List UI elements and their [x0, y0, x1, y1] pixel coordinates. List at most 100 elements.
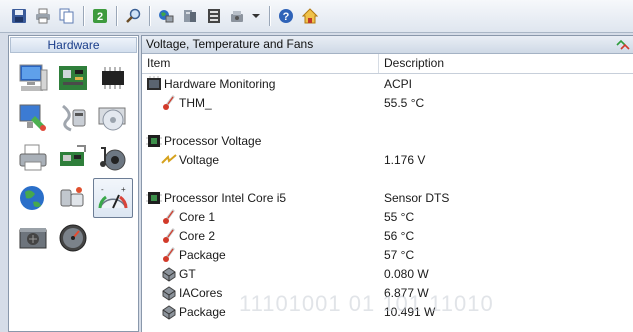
item-label: Processor Voltage: [164, 133, 262, 148]
sensor-row[interactable]: Package 10.491 W: [142, 302, 633, 321]
sensor-row[interactable]: Core 1 55 °C: [142, 207, 633, 226]
svg-text:2: 2: [97, 11, 103, 23]
motherboard-icon[interactable]: [53, 58, 93, 98]
details-panel: Voltage, Temperature and Fans Item Descr…: [141, 35, 633, 332]
display-icon[interactable]: [13, 98, 53, 138]
help-icon[interactable]: ?: [275, 5, 297, 27]
power-chip-icon: [161, 304, 177, 320]
item-cell: Core 2: [142, 228, 379, 244]
thermometer-icon: [161, 95, 177, 111]
item-label: Core 1: [179, 209, 216, 224]
sensor-row[interactable]: GT 0.080 W: [142, 264, 633, 283]
column-header: Item Description: [142, 54, 633, 74]
sensor-icon[interactable]: [179, 5, 201, 27]
item-label: Hardware Monitoring: [164, 76, 276, 91]
item-label: Processor Intel Core i5: [164, 190, 287, 205]
panel-title: Voltage, Temperature and Fans: [142, 36, 633, 54]
item-cell: Voltage: [142, 152, 379, 168]
toolbar-separator: [116, 6, 117, 26]
print-icon[interactable]: [32, 5, 54, 27]
sensor-gauge-icon[interactable]: - +: [93, 178, 133, 218]
item-label: Package: [179, 247, 226, 262]
item-cell: GT: [142, 266, 379, 282]
item-cell: THM_: [142, 95, 379, 111]
sensor-row[interactable]: THM_ 55.5 °C: [142, 93, 633, 112]
storage-icon[interactable]: [53, 98, 93, 138]
description-cell: 56 °C: [384, 228, 415, 243]
sensor-row[interactable]: IACores 6.877 W: [142, 283, 633, 302]
processor-chip-icon: [146, 190, 162, 206]
power-chip-icon: [161, 266, 177, 282]
network-icon[interactable]: [155, 5, 177, 27]
collapse-arrows-icon[interactable]: [616, 39, 630, 51]
cpu-chip-icon[interactable]: [93, 58, 133, 98]
power-chip-icon: [161, 285, 177, 301]
item-cell: IACores: [142, 285, 379, 301]
voltage-icon: [161, 152, 177, 168]
svg-text:?: ?: [283, 11, 290, 23]
description-cell: ACPI: [384, 76, 413, 91]
description-cell: 10.491 W: [384, 304, 436, 319]
row-spacer: [142, 112, 633, 131]
column-header-description[interactable]: Description: [379, 54, 633, 73]
benchmark-icon[interactable]: [53, 218, 93, 258]
printer-icon[interactable]: [13, 138, 53, 178]
panel-title-text: Voltage, Temperature and Fans: [146, 37, 314, 51]
item-cell: Package: [142, 247, 379, 263]
column-header-item[interactable]: Item: [142, 54, 379, 73]
item-label: THM_: [179, 95, 212, 110]
description-cell: 0.080 W: [384, 266, 429, 281]
svg-text:+: +: [121, 185, 126, 194]
item-cell: Core 1: [142, 209, 379, 225]
optical-drive-icon[interactable]: [93, 98, 133, 138]
audio-icon[interactable]: [93, 138, 133, 178]
description-cell: Sensor DTS: [384, 190, 450, 205]
report-icon[interactable]: [203, 5, 225, 27]
sensor-row[interactable]: Package 57 °C: [142, 245, 633, 264]
thermometer-icon: [161, 247, 177, 263]
hardware-icon-grid: - +: [13, 58, 137, 258]
power-supply-icon[interactable]: [13, 218, 53, 258]
item-label: Core 2: [179, 228, 216, 243]
sensor-row[interactable]: Core 2 56 °C: [142, 226, 633, 245]
toolbar-separator: [149, 6, 150, 26]
thermometer-icon: [161, 209, 177, 225]
item-cell: Processor Intel Core i5: [142, 190, 379, 206]
monitoring-chip-icon: [146, 75, 162, 92]
sensor-list: Hardware Monitoring ACPI THM_ 55.5 °C Proces…: [142, 74, 633, 321]
item-label: Voltage: [179, 152, 220, 167]
item-label: IACores: [179, 285, 223, 300]
item-cell: Package: [142, 304, 379, 320]
description-cell: 57 °C: [384, 247, 415, 262]
sensor-group-row[interactable]: Processor Voltage: [142, 131, 633, 150]
save-icon[interactable]: [8, 5, 30, 27]
refresh-icon[interactable]: 2: [89, 5, 111, 27]
processor-chip-icon: [146, 133, 162, 149]
hardware-panel-title: Hardware: [10, 37, 137, 53]
thermometer-icon: [161, 228, 177, 244]
copy-icon[interactable]: [56, 5, 78, 27]
tools-icon[interactable]: [227, 5, 249, 27]
toolbar-separator: [269, 6, 270, 26]
description-cell: 55 °C: [384, 209, 415, 224]
item-label: GT: [179, 266, 196, 281]
tools-dropdown-arrow[interactable]: [252, 14, 260, 18]
item-cell: Hardware Monitoring: [142, 75, 379, 92]
item-cell: Processor Voltage: [142, 133, 379, 149]
sensor-row[interactable]: Voltage 1.176 V: [142, 150, 633, 169]
item-label: Package: [179, 304, 226, 319]
internet-icon[interactable]: [13, 178, 53, 218]
sensor-group-row[interactable]: Processor Intel Core i5 Sensor DTS: [142, 188, 633, 207]
toolbar-separator: [83, 6, 84, 26]
description-cell: 55.5 °C: [384, 95, 425, 110]
search-icon[interactable]: [122, 5, 144, 27]
svg-text:-: -: [101, 185, 104, 194]
home-icon[interactable]: [299, 5, 321, 27]
sensor-group-row[interactable]: Hardware Monitoring ACPI: [142, 74, 633, 93]
devices-icon[interactable]: [53, 178, 93, 218]
description-cell: 1.176 V: [384, 152, 426, 167]
hardware-panel: Hardware - +: [8, 35, 139, 332]
toolbar: 2 ?: [0, 0, 633, 33]
network-card-icon[interactable]: [53, 138, 93, 178]
computer-icon[interactable]: [13, 58, 53, 98]
